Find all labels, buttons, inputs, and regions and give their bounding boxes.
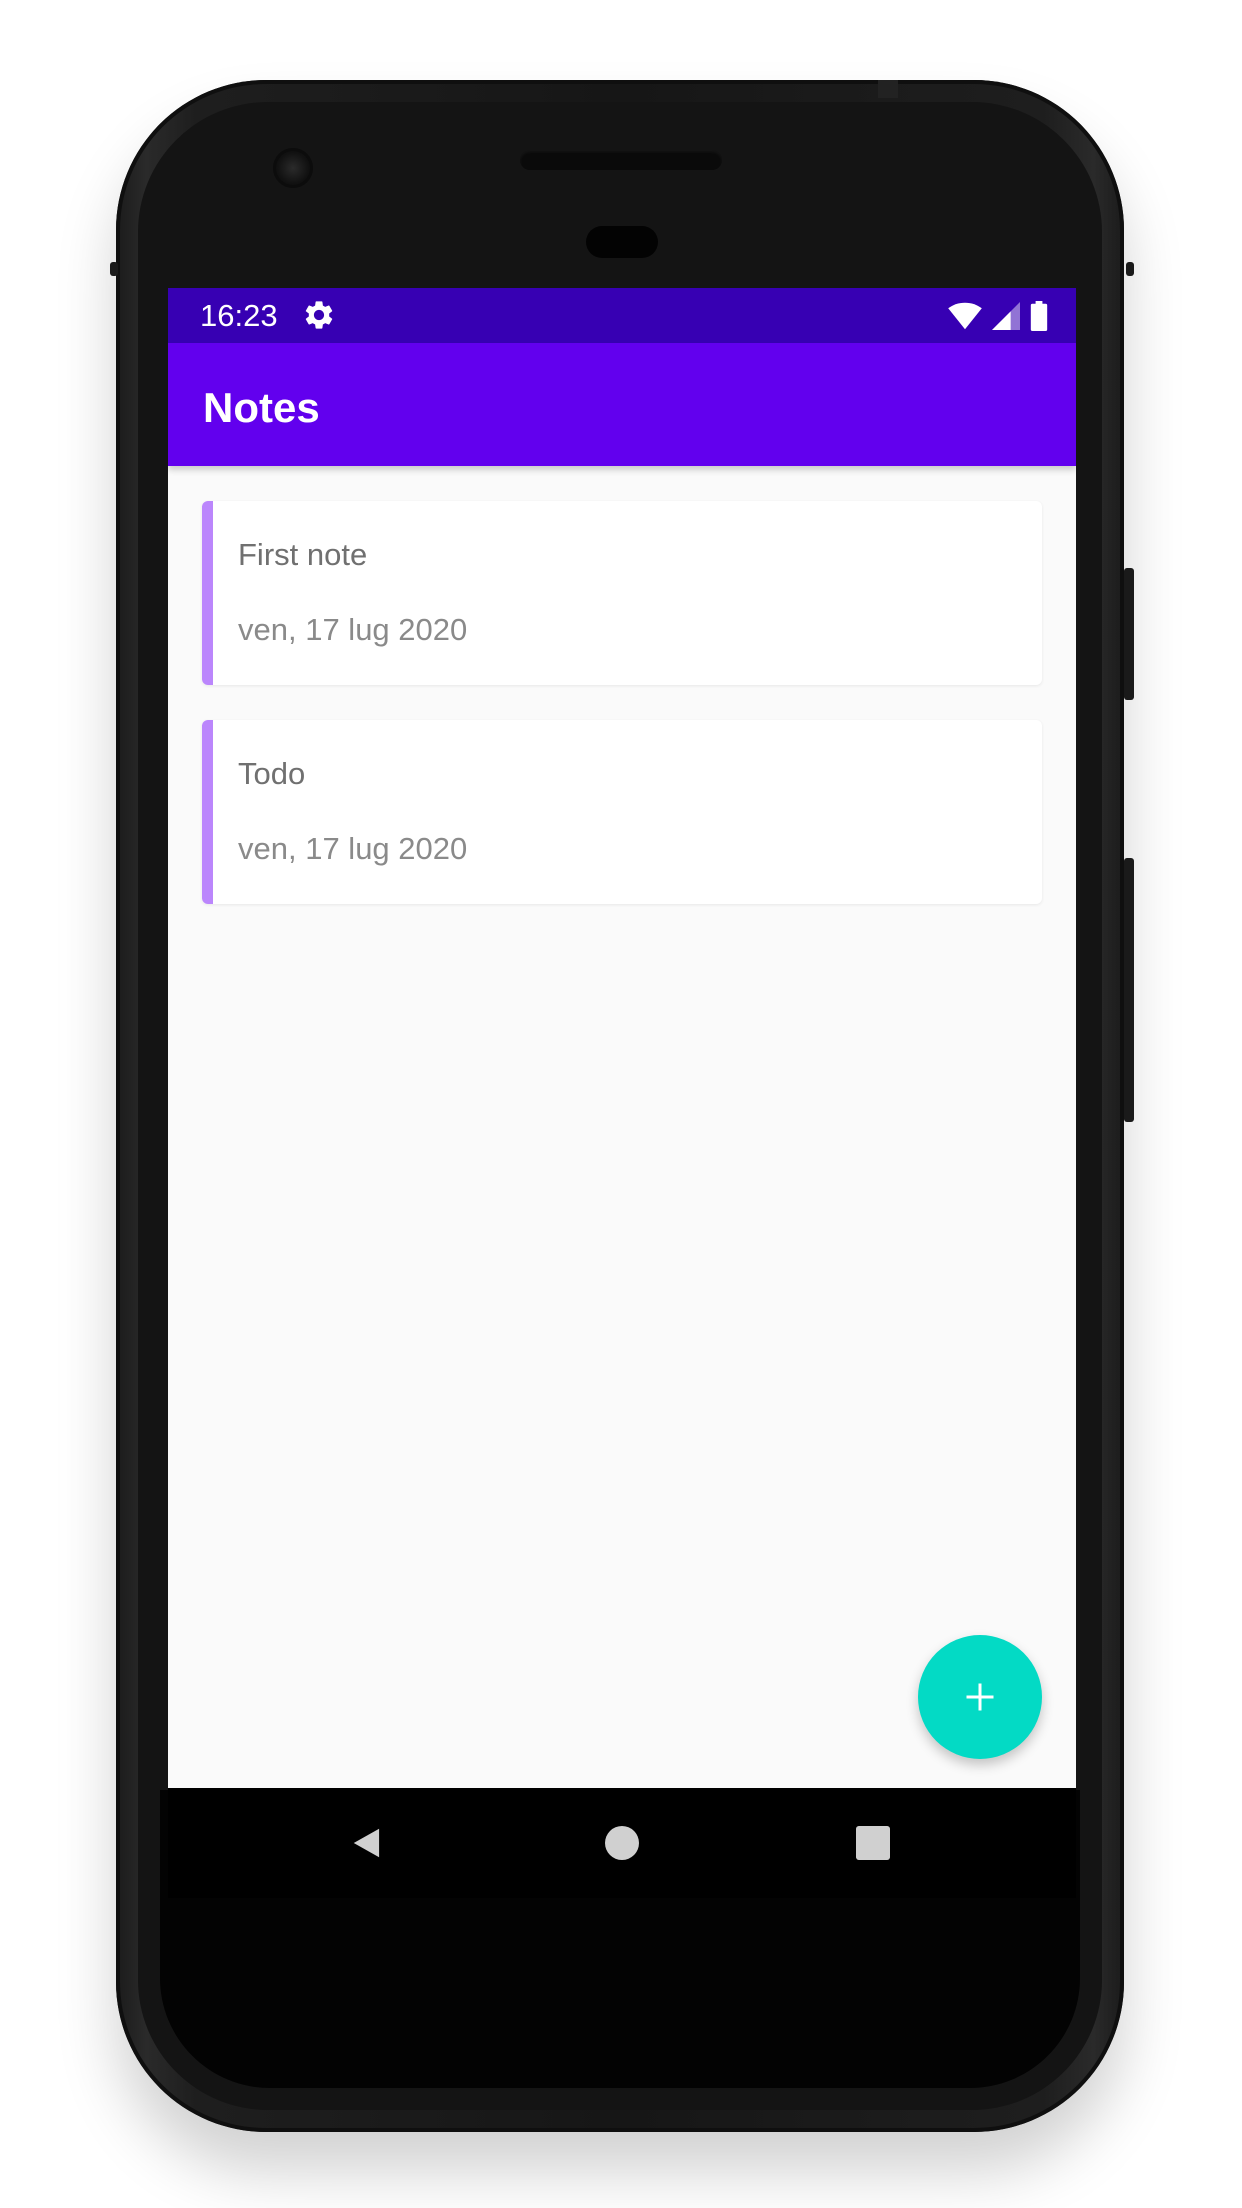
- phone-top-notch: [878, 80, 898, 98]
- proximity-sensor: [586, 226, 658, 258]
- back-button[interactable]: [343, 1818, 393, 1868]
- note-date: ven, 17 lug 2020: [238, 831, 468, 866]
- battery-icon: [1030, 301, 1048, 331]
- earpiece-speaker: [520, 150, 722, 170]
- app-bar: Notes: [168, 343, 1076, 466]
- navigation-bar: [168, 1788, 1076, 1898]
- back-icon: [353, 1828, 380, 1858]
- status-bar: 16:23: [168, 288, 1076, 343]
- phone-power-button: [1124, 568, 1134, 700]
- note-card[interactable]: Todo ven, 17 lug 2020: [202, 720, 1042, 904]
- note-title: First note: [238, 537, 368, 572]
- home-button[interactable]: [597, 1818, 647, 1868]
- status-time: 16:23: [200, 298, 278, 333]
- app-screen: 16:23 Notes First note ven, 17 lug 2020: [168, 288, 1076, 1788]
- note-card[interactable]: First note ven, 17 lug 2020: [202, 501, 1042, 685]
- add-note-button[interactable]: [918, 1635, 1042, 1759]
- phone-volume-button: [1124, 858, 1134, 1122]
- home-icon: [605, 1826, 639, 1860]
- phone-side-detail-left-top: [110, 262, 118, 276]
- status-icons: [948, 300, 1048, 332]
- note-accent-bar: [202, 501, 213, 685]
- recents-button[interactable]: [848, 1818, 898, 1868]
- signal-icon: [992, 302, 1020, 330]
- wifi-icon: [948, 302, 982, 330]
- note-date: ven, 17 lug 2020: [238, 612, 468, 647]
- phone-side-detail-right-top: [1126, 262, 1134, 276]
- gear-icon: [305, 301, 333, 329]
- note-title: Todo: [238, 756, 306, 791]
- front-camera: [273, 148, 313, 188]
- note-list: First note ven, 17 lug 2020 Todo ven, 17…: [202, 501, 1042, 939]
- note-accent-bar: [202, 720, 213, 904]
- plus-icon: [966, 1683, 994, 1711]
- recents-icon: [856, 1826, 890, 1860]
- page-title: Notes: [203, 384, 320, 431]
